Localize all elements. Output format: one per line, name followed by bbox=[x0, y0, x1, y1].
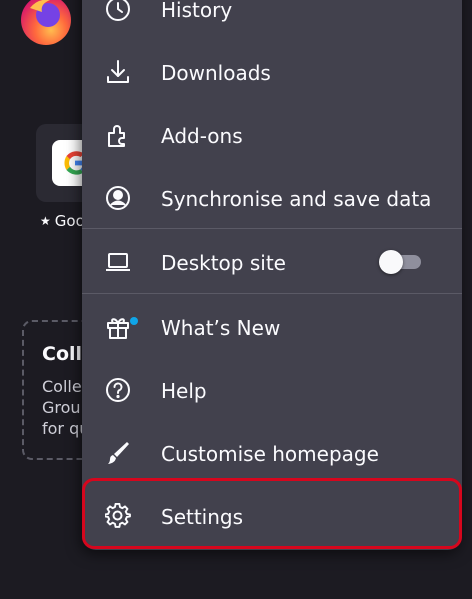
collections-description: Colle Grou for qu bbox=[42, 376, 86, 439]
menu-item-label: Synchronise and save data bbox=[161, 187, 432, 211]
new-badge-dot bbox=[130, 317, 138, 325]
account-icon bbox=[104, 184, 132, 212]
gear-icon bbox=[104, 502, 132, 530]
menu-item-settings[interactable]: Settings bbox=[82, 485, 462, 547]
download-icon bbox=[104, 58, 132, 86]
menu-divider bbox=[82, 293, 462, 294]
collections-desc-line: Grou bbox=[42, 398, 81, 417]
menu-item-label: Desktop site bbox=[161, 251, 286, 275]
menu-item-label: History bbox=[161, 0, 233, 22]
laptop-icon bbox=[104, 248, 132, 276]
firefox-logo-icon[interactable] bbox=[20, 0, 72, 46]
menu-item-help[interactable]: Help bbox=[82, 359, 462, 421]
toggle-thumb bbox=[379, 250, 403, 274]
menu-item-history[interactable]: History bbox=[82, 0, 462, 42]
menu-item-add-ons[interactable]: Add-ons bbox=[82, 104, 462, 166]
menu-item-sync[interactable]: Synchronise and save data bbox=[82, 167, 462, 229]
menu-item-label: Downloads bbox=[161, 61, 271, 85]
shortcut-label-text: Goo bbox=[54, 212, 85, 230]
menu-item-label: Add-ons bbox=[161, 124, 243, 148]
menu-divider bbox=[82, 228, 462, 229]
menu-item-whats-new[interactable]: What’s New bbox=[82, 296, 462, 358]
puzzle-icon bbox=[104, 121, 132, 149]
menu-item-customise-homepage[interactable]: Customise homepage bbox=[82, 422, 462, 484]
menu-item-label: What’s New bbox=[161, 316, 281, 340]
gift-icon bbox=[104, 313, 132, 341]
collections-desc-line: for qu bbox=[42, 419, 86, 438]
shortcut-label: ★ Goo bbox=[40, 212, 85, 230]
paintbrush-icon bbox=[104, 439, 132, 467]
pin-icon: ★ bbox=[40, 214, 51, 228]
collections-desc-line: Colle bbox=[42, 377, 82, 396]
desktop-site-toggle[interactable] bbox=[379, 250, 423, 274]
menu-item-label: Customise homepage bbox=[161, 442, 379, 466]
menu-item-label: Help bbox=[161, 379, 207, 403]
menu-item-desktop-site[interactable]: Desktop site bbox=[82, 231, 462, 293]
menu-item-downloads[interactable]: Downloads bbox=[82, 41, 462, 103]
main-menu: History Downloads Add-ons Synchronise an… bbox=[82, 0, 462, 550]
menu-item-label: Settings bbox=[161, 505, 244, 529]
clock-icon bbox=[104, 0, 132, 23]
screen: ★ Goo Colle Colle Grou for qu History Do… bbox=[0, 0, 472, 599]
help-icon bbox=[104, 376, 132, 404]
